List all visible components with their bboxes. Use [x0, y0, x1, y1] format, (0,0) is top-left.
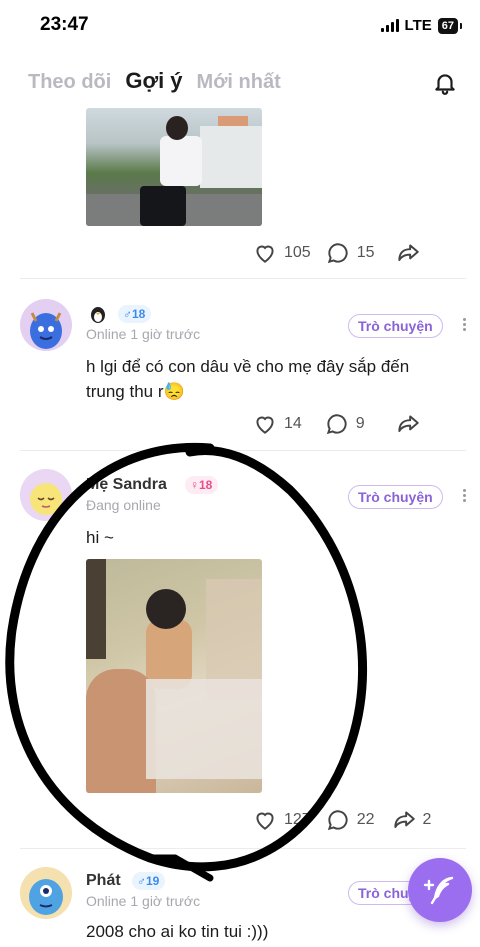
- tab-following[interactable]: Theo dõi: [28, 71, 111, 94]
- comment-count: 9: [355, 415, 365, 432]
- comment-count: 22: [356, 811, 375, 828]
- share-button[interactable]: [395, 411, 421, 437]
- tab-newest[interactable]: Mới nhất: [197, 71, 281, 94]
- monster-avatar-icon: [20, 299, 72, 351]
- post-text: h lgi để có con dâu về cho mẹ đây sắp đế…: [86, 357, 410, 401]
- avatar[interactable]: [20, 469, 72, 521]
- heart-icon: [256, 416, 274, 434]
- more-options-icon[interactable]: [461, 316, 467, 334]
- username[interactable]: Phát: [86, 872, 121, 890]
- like-count: 105: [284, 244, 311, 261]
- comment-button[interactable]: 15: [325, 240, 375, 266]
- gender-age-badge: ♀18: [185, 476, 219, 494]
- like-count: 127: [284, 811, 311, 828]
- feather-plus-icon: [423, 876, 454, 905]
- tab-suggested[interactable]: Gợi ý: [125, 68, 182, 94]
- comment-icon: [326, 414, 347, 435]
- heart-icon: [256, 812, 274, 830]
- like-button[interactable]: 14: [252, 411, 302, 437]
- comment-icon: [327, 243, 348, 264]
- chat-button[interactable]: Trò chuyện: [348, 485, 443, 509]
- post-text: hi ~: [86, 528, 114, 547]
- post-photo[interactable]: [86, 559, 262, 793]
- post-actions: 105 15: [252, 240, 421, 266]
- online-status: Đang online: [86, 497, 161, 513]
- bell-icon[interactable]: [432, 70, 458, 96]
- like-button[interactable]: 127: [252, 807, 311, 833]
- share-button[interactable]: [395, 240, 421, 266]
- status-bar: 23:47 LTE 67: [0, 0, 480, 50]
- post-text: 2008 cho ai ko tin tui :))): [86, 922, 269, 941]
- heart-icon: [256, 245, 274, 263]
- chat-button[interactable]: Trò chuyện: [348, 314, 443, 338]
- battery-icon: 67: [437, 17, 463, 34]
- username[interactable]: Mẹ Sandra: [86, 476, 167, 494]
- comment-icon: [327, 810, 348, 831]
- share-count: 2: [422, 811, 432, 828]
- feed-tabs: Theo dõi Gợi ý Mới nhất: [28, 68, 281, 94]
- share-icon: [398, 415, 419, 433]
- divider: [20, 450, 466, 451]
- gender-age-badge: ♂19: [132, 872, 166, 890]
- divider: [20, 278, 466, 279]
- share-icon: [397, 244, 419, 262]
- share-button[interactable]: 2: [391, 807, 432, 833]
- alien-avatar-icon: [20, 867, 72, 919]
- like-count: 14: [284, 415, 302, 432]
- post-photo[interactable]: [86, 108, 262, 226]
- signal-icon: [380, 19, 399, 32]
- post-actions: 14 9: [252, 411, 421, 437]
- compose-button[interactable]: [408, 858, 472, 922]
- avatar[interactable]: [20, 299, 72, 351]
- divider: [20, 848, 466, 849]
- avatar[interactable]: [20, 867, 72, 919]
- status-indicators: LTE 67: [380, 17, 463, 34]
- status-time: 23:47: [40, 14, 89, 35]
- online-status: Online 1 giờ trước: [86, 326, 201, 342]
- network-label: LTE: [404, 17, 432, 34]
- gender-age-badge: ♂18: [118, 305, 152, 323]
- like-button[interactable]: 105: [252, 240, 311, 266]
- more-options-icon[interactable]: [461, 487, 467, 505]
- sleepy-face-avatar-icon: [20, 469, 72, 521]
- comment-button[interactable]: 9: [324, 411, 365, 437]
- share-icon: [393, 811, 415, 829]
- comment-count: 15: [356, 244, 375, 261]
- comment-button[interactable]: 22: [325, 807, 375, 833]
- post-actions: 127 22 2: [252, 807, 431, 833]
- penguin-icon: [91, 307, 105, 323]
- online-status: Online 1 giờ trước: [86, 893, 201, 909]
